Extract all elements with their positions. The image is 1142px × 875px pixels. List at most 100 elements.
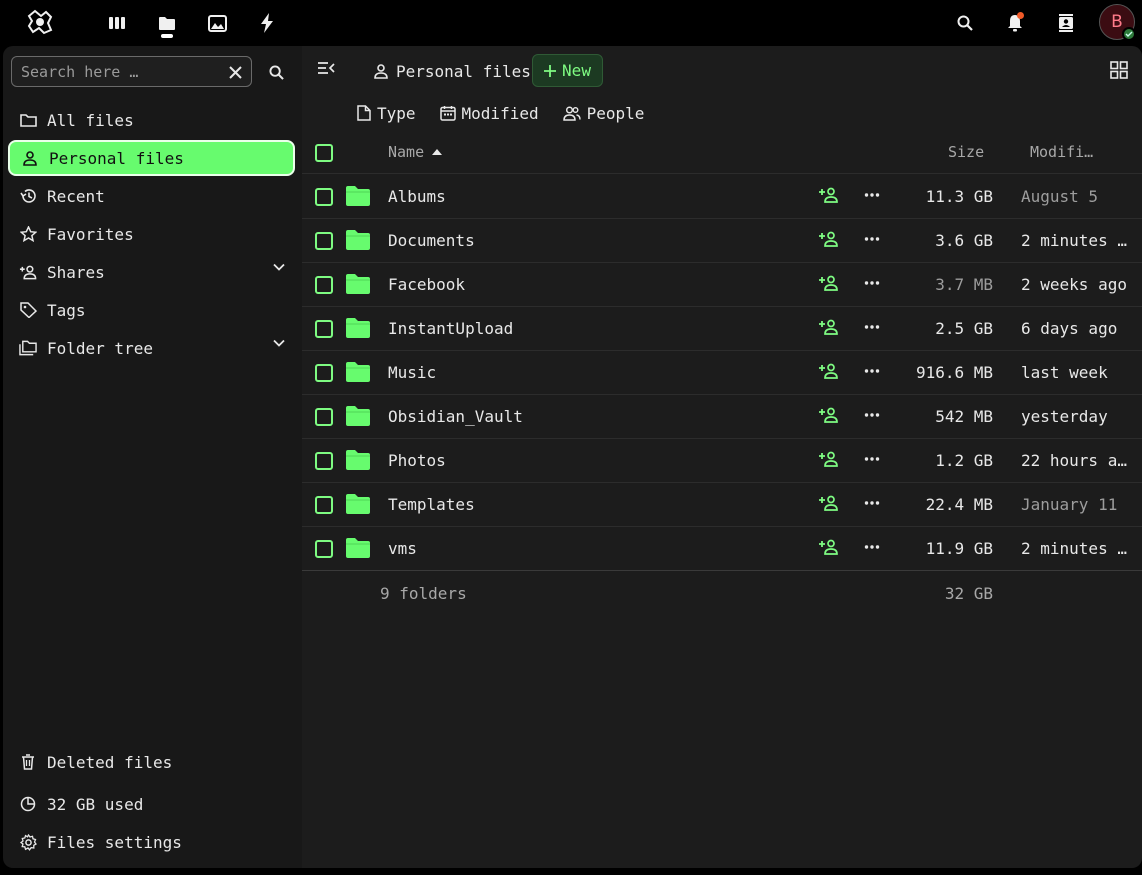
folder-icon[interactable] xyxy=(345,273,371,295)
column-name-label: Name xyxy=(388,143,425,161)
more-actions-icon[interactable] xyxy=(864,275,880,291)
share-icon[interactable] xyxy=(818,319,838,335)
row-checkbox[interactable] xyxy=(315,408,333,426)
chevron-down-icon[interactable] xyxy=(273,339,285,347)
sidebar-item-recent[interactable]: Recent xyxy=(8,178,295,214)
folder-icon[interactable] xyxy=(345,361,371,383)
row-checkbox[interactable] xyxy=(315,452,333,470)
file-modified: 2 minutes ago xyxy=(1021,231,1133,250)
user-avatar[interactable]: B xyxy=(1099,4,1136,41)
row-checkbox[interactable] xyxy=(315,232,333,250)
file-name[interactable]: Documents xyxy=(388,231,475,250)
share-icon[interactable] xyxy=(818,451,838,467)
table-row[interactable]: Obsidian_Vault 542 MB yesterday xyxy=(302,395,1142,439)
share-icon[interactable] xyxy=(818,275,838,291)
sidebar-item-shares[interactable]: Shares xyxy=(8,254,295,290)
sidebar-item-favorites[interactable]: Favorites xyxy=(8,216,295,252)
more-actions-icon[interactable] xyxy=(864,187,880,203)
table-row[interactable]: Facebook 3.7 MB 2 weeks ago xyxy=(302,263,1142,307)
photos-app-icon[interactable] xyxy=(204,10,230,36)
sidebar-item-files-settings[interactable]: Files settings xyxy=(8,824,295,860)
row-checkbox[interactable] xyxy=(315,188,333,206)
chevron-down-icon[interactable] xyxy=(273,263,285,271)
share-icon[interactable] xyxy=(818,539,838,555)
new-button[interactable]: New xyxy=(532,54,603,87)
share-icon[interactable] xyxy=(818,187,838,203)
share-icon[interactable] xyxy=(818,231,838,247)
sidebar-search-input[interactable] xyxy=(12,57,218,86)
filter-label: Modified xyxy=(461,103,539,123)
file-name[interactable]: Albums xyxy=(388,187,446,206)
row-checkbox[interactable] xyxy=(315,496,333,514)
more-actions-icon[interactable] xyxy=(864,231,880,247)
star-icon xyxy=(19,225,37,243)
grid-view-toggle-icon[interactable] xyxy=(1110,61,1128,79)
dashboard-app-icon[interactable] xyxy=(104,10,130,36)
row-checkbox[interactable] xyxy=(315,540,333,558)
table-row[interactable]: vms 11.9 GB 2 minutes ago xyxy=(302,527,1142,571)
file-name[interactable]: Facebook xyxy=(388,275,465,294)
sidebar-search-button[interactable] xyxy=(265,61,287,83)
sidebar-item-folder-tree[interactable]: Folder tree xyxy=(8,330,295,366)
file-name[interactable]: Templates xyxy=(388,495,475,514)
table-row[interactable]: Documents 3.6 GB 2 minutes ago xyxy=(302,219,1142,263)
folder-outline-icon xyxy=(19,111,37,129)
column-name[interactable]: Name xyxy=(388,143,443,161)
folder-icon[interactable] xyxy=(345,449,371,471)
file-size: 3.7 MB xyxy=(935,275,993,294)
sidebar-item-personal-files[interactable]: Personal files xyxy=(8,140,295,176)
share-icon[interactable] xyxy=(818,407,838,423)
share-icon[interactable] xyxy=(818,363,838,379)
file-name[interactable]: Photos xyxy=(388,451,446,470)
activity-app-icon[interactable] xyxy=(254,10,280,36)
files-app-icon[interactable] xyxy=(154,10,180,36)
table-row[interactable]: Photos 1.2 GB 22 hours ago xyxy=(302,439,1142,483)
filter-bar: Type Modified People xyxy=(357,102,668,124)
row-checkbox[interactable] xyxy=(315,364,333,382)
row-checkbox[interactable] xyxy=(315,276,333,294)
app-logo-icon[interactable] xyxy=(26,8,54,36)
more-actions-icon[interactable] xyxy=(864,539,880,555)
table-row[interactable]: InstantUpload 2.5 GB 6 days ago xyxy=(302,307,1142,351)
table-row[interactable]: Music 916.6 MB last week xyxy=(302,351,1142,395)
share-icon[interactable] xyxy=(818,495,838,511)
sidebar-item-all-files[interactable]: All files xyxy=(8,102,295,138)
file-name[interactable]: vms xyxy=(388,539,417,558)
notifications-bell-icon[interactable] xyxy=(1002,10,1028,36)
breadcrumb[interactable]: Personal files xyxy=(374,61,531,81)
more-actions-icon[interactable] xyxy=(864,407,880,423)
filter-type[interactable]: Type xyxy=(357,102,416,124)
table-row[interactable]: Templates 22.4 MB January 11 xyxy=(302,483,1142,527)
row-checkbox[interactable] xyxy=(315,320,333,338)
contacts-icon[interactable] xyxy=(1053,10,1079,36)
more-actions-icon[interactable] xyxy=(864,319,880,335)
folder-icon[interactable] xyxy=(345,537,371,559)
top-bar: B xyxy=(0,0,1142,46)
folder-icon[interactable] xyxy=(345,229,371,251)
file-name[interactable]: Music xyxy=(388,363,436,382)
filter-modified[interactable]: Modified xyxy=(439,102,539,124)
history-icon xyxy=(19,187,37,205)
folder-icon[interactable] xyxy=(345,493,371,515)
folder-icon[interactable] xyxy=(345,317,371,339)
toggle-navigation-icon[interactable] xyxy=(317,61,335,75)
clear-search-icon[interactable] xyxy=(225,62,245,82)
select-all-checkbox[interactable] xyxy=(315,144,333,162)
more-actions-icon[interactable] xyxy=(864,451,880,467)
unified-search-icon[interactable] xyxy=(952,10,978,36)
file-list-area: Personal files New Type Modified People … xyxy=(302,46,1142,868)
column-size[interactable]: Size xyxy=(948,143,984,161)
storage-quota: 32 GB used xyxy=(8,786,295,822)
sidebar-item-deleted-files[interactable]: Deleted files xyxy=(8,744,295,780)
folder-icon[interactable] xyxy=(345,185,371,207)
column-modified[interactable]: Modifi… xyxy=(1030,143,1093,161)
folder-icon[interactable] xyxy=(345,405,371,427)
filter-people[interactable]: People xyxy=(562,102,644,124)
file-modified: 2 minutes ago xyxy=(1021,539,1133,558)
file-name[interactable]: Obsidian_Vault xyxy=(388,407,523,426)
more-actions-icon[interactable] xyxy=(864,495,880,511)
sidebar-item-tags[interactable]: Tags xyxy=(8,292,295,328)
table-row[interactable]: Albums 11.3 GB August 5 xyxy=(302,175,1142,219)
file-name[interactable]: InstantUpload xyxy=(388,319,513,338)
more-actions-icon[interactable] xyxy=(864,363,880,379)
